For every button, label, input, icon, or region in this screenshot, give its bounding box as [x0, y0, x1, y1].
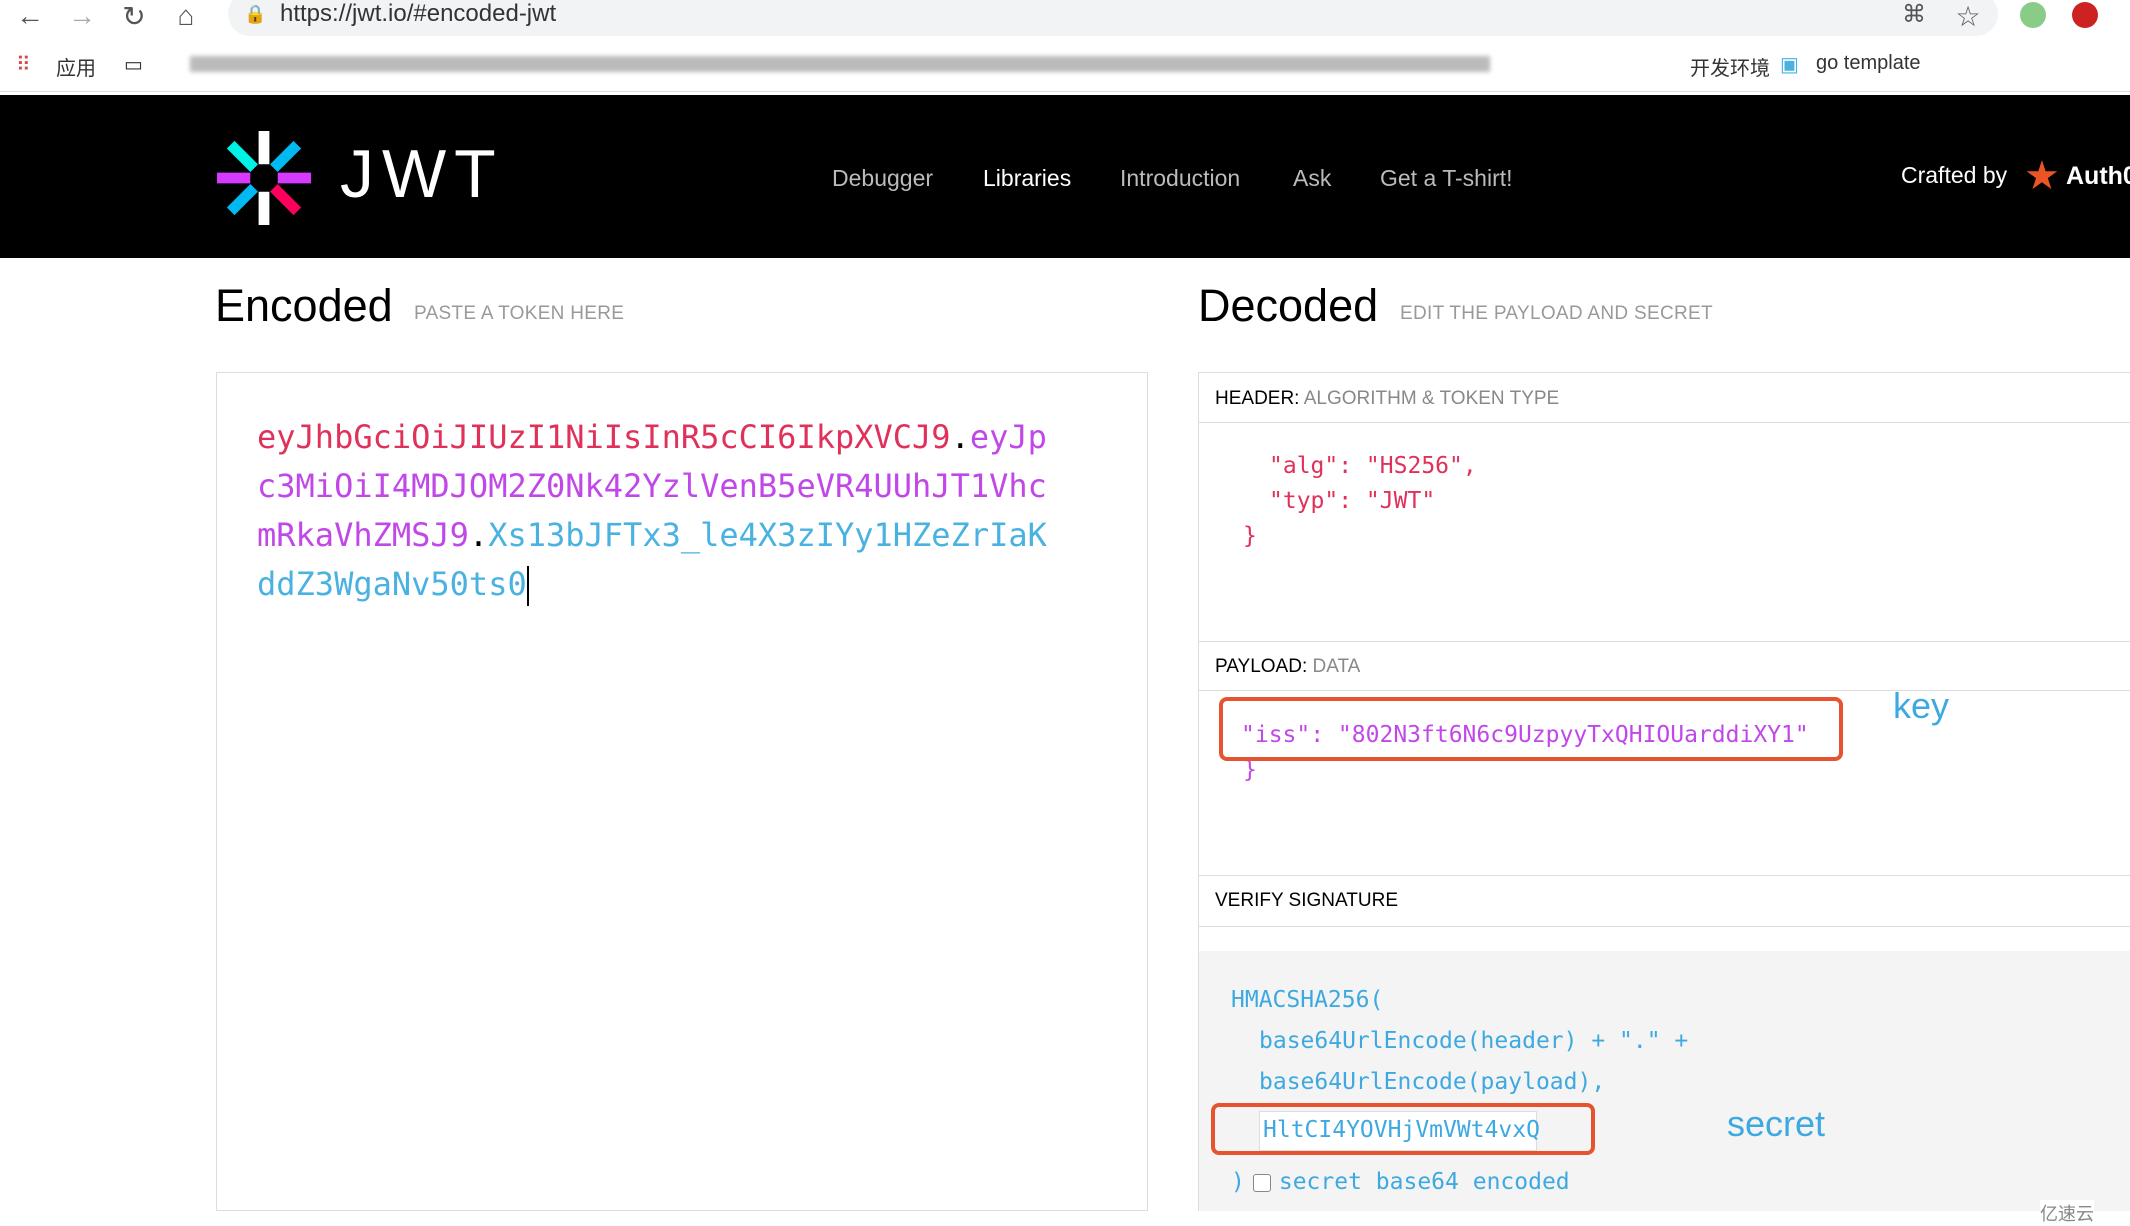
- checkbox-label[interactable]: secret base64 encoded: [1279, 1169, 1570, 1195]
- encoded-token-editor[interactable]: eyJhbGciOiJIUzI1NiIsInR5cCI6IkpXVCJ9.eyJ…: [216, 372, 1148, 1211]
- header-desc: ALGORITHM & TOKEN TYPE: [1303, 388, 1560, 409]
- nav-introduction[interactable]: Introduction: [1120, 165, 1240, 192]
- json-line: "alg": "HS256",: [1269, 453, 1477, 479]
- encoded-subtitle: PASTE A TOKEN HERE: [414, 303, 625, 324]
- header-json-editor[interactable]: "alg": "HS256", "typ": "JWT" }: [1243, 449, 1477, 554]
- verify-signature-section: HMACSHA256( base64UrlEncode(header) + ".…: [1199, 951, 2130, 1211]
- browser-toolbar: ← → ↻ ⌂ 🔒 https://jwt.io/#encoded-jwt ⌘ …: [0, 0, 2130, 38]
- key-annotation-label: key: [1893, 685, 1950, 726]
- header-label: HEADER:: [1215, 388, 1300, 409]
- hmac-function: HMACSHA256(: [1231, 987, 1384, 1013]
- crafted-by-label: Crafted by: [1901, 162, 2008, 188]
- bookmark-apps[interactable]: 应用: [56, 52, 96, 81]
- forward-icon[interactable]: →: [64, 0, 100, 32]
- auth0-brand[interactable]: Auth0: [2066, 162, 2130, 191]
- payload-label: PAYLOAD:: [1215, 656, 1308, 677]
- auth0-logo-icon[interactable]: ★: [2024, 153, 2060, 199]
- token-text[interactable]: eyJhbGciOiJIUzI1NiIsInR5cCI6IkpXVCJ9.eyJ…: [257, 413, 1057, 609]
- extension-icon[interactable]: [2020, 2, 2046, 28]
- apps-icon[interactable]: ⠿: [16, 52, 31, 77]
- json-brace: }: [1243, 523, 1257, 549]
- decoded-subtitle: EDIT THE PAYLOAD AND SECRET: [1400, 303, 1713, 324]
- bookmark-star-icon[interactable]: ☆: [1950, 0, 1986, 33]
- watermark: 亿速云: [2040, 1200, 2094, 1226]
- secret-annotation-box: [1211, 1103, 1595, 1155]
- home-icon[interactable]: ⌂: [168, 0, 204, 32]
- token-header: eyJhbGciOiJIUzI1NiIsInR5cCI6IkpXVCJ9: [257, 418, 951, 456]
- decoded-panel: HEADER: ALGORITHM & TOKEN TYPE "alg": "H…: [1198, 372, 2130, 1211]
- key-annotation-box: [1219, 697, 1843, 761]
- hmac-line: base64UrlEncode(payload),: [1259, 1069, 1606, 1095]
- site-header: JWT Debugger Libraries Introduction Ask …: [0, 95, 2130, 258]
- decoded-title: Decoded: [1198, 280, 1379, 331]
- hmac-close: ): [1231, 1169, 1245, 1195]
- logo-wordmark[interactable]: JWT: [340, 135, 504, 213]
- payload-section-label: PAYLOAD: DATA: [1199, 641, 2130, 691]
- json-line: "typ": "JWT": [1269, 488, 1436, 514]
- jwt-logo-icon[interactable]: [215, 129, 313, 227]
- gopher-icon: ▣: [1780, 54, 1799, 76]
- secret-annotation-label: secret: [1727, 1103, 1826, 1144]
- adblock-icon[interactable]: [2072, 2, 2098, 28]
- verify-section-label: VERIFY SIGNATURE: [1199, 875, 2130, 927]
- token-dot: .: [468, 516, 489, 554]
- bookmark-dev-env[interactable]: 开发环境: [1690, 52, 1770, 81]
- encoded-title: Encoded: [215, 280, 393, 331]
- nav-ask[interactable]: Ask: [1293, 165, 1331, 192]
- blurred-bookmarks: [190, 56, 1490, 72]
- back-icon[interactable]: ←: [12, 0, 48, 32]
- lock-icon: 🔒: [244, 4, 267, 24]
- bookmarks-bar: ⠿ 应用 ▭ 开发环境 ▣ go template: [0, 38, 2130, 92]
- token-dot: .: [950, 418, 970, 456]
- nav-get-tshirt[interactable]: Get a T-shirt!: [1380, 165, 1513, 192]
- header-section-label: HEADER: ALGORITHM & TOKEN TYPE: [1199, 373, 2130, 423]
- text-cursor: [526, 566, 529, 606]
- folder-icon[interactable]: ▭: [124, 52, 143, 77]
- reload-icon[interactable]: ↻: [116, 0, 152, 33]
- payload-desc: DATA: [1312, 656, 1361, 677]
- nav-libraries[interactable]: Libraries: [983, 165, 1071, 192]
- url-text[interactable]: https://jwt.io/#encoded-jwt: [280, 0, 556, 28]
- bookmark-go-template[interactable]: go template: [1816, 52, 1921, 75]
- translate-icon[interactable]: ⌘: [1896, 0, 1932, 29]
- secret-base64-checkbox[interactable]: [1252, 1173, 1271, 1192]
- nav-debugger[interactable]: Debugger: [832, 165, 933, 192]
- hmac-line: base64UrlEncode(header) + "." +: [1259, 1028, 1689, 1054]
